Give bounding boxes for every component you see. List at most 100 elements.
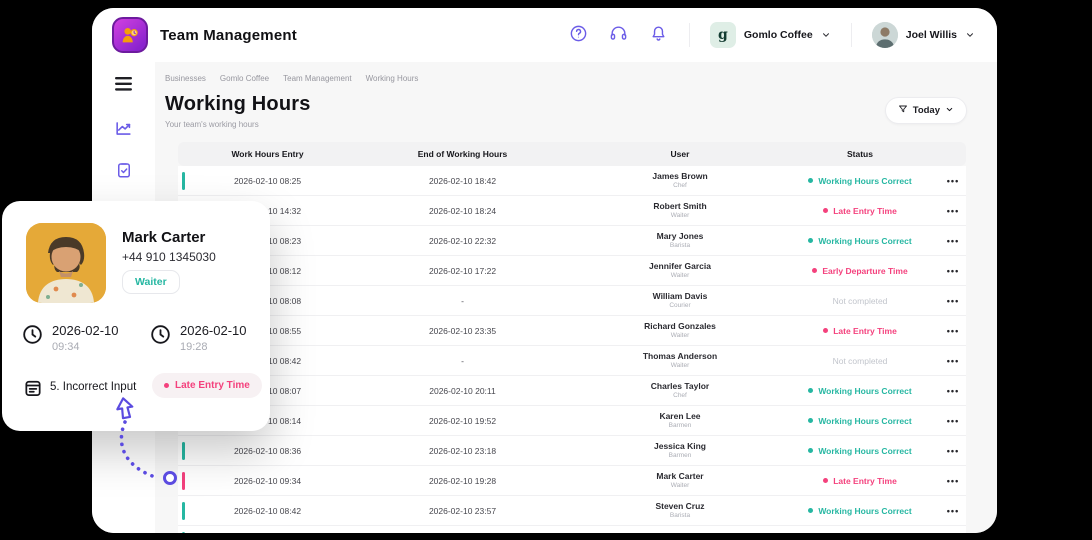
table-row: 2026-02-10 08:122026-02-10 17:22Jennifer… [178,256,966,286]
status-label: Late Entry Time [833,326,897,336]
user-name: Joel Willis [906,29,957,41]
table-row: 2026-02-10 08:552026-02-10 23:35Richard … [178,316,966,346]
company-name: Gomlo Coffee [744,29,813,41]
row-actions-button[interactable]: ••• [940,326,966,336]
breadcrumb: Businesses Gomlo Coffee Team Management Wor… [165,74,967,83]
work-hours-entry-cell: 2026-02-10 09:34 [190,476,345,486]
clock-out-time: 19:28 [180,341,247,353]
status-cell: Not completed [780,296,940,306]
status-cell: Late Entry Time [780,326,940,336]
clipboard-check-icon [115,161,133,182]
row-actions-button[interactable]: ••• [940,386,966,396]
top-bar-actions: g Gomlo Coffee Joel Wil [569,22,975,48]
end-of-working-hours-cell: 2026-02-10 23:35 [345,326,580,336]
row-actions-button[interactable]: ••• [940,296,966,306]
user-name: Jessica King [580,441,780,452]
end-of-working-hours-cell: 2026-02-10 22:32 [345,236,580,246]
chevron-down-icon [965,28,975,43]
clock-icon [150,324,171,350]
help-button[interactable] [569,25,589,45]
user-menu[interactable]: Joel Willis [872,22,975,48]
row-actions-button[interactable]: ••• [940,266,966,276]
row-actions-button[interactable]: ••• [940,506,966,516]
working-hours-table: Work Hours EntryEnd of Working HoursUser… [178,142,966,533]
status-label: Late Entry Time [833,206,897,216]
status-dot [823,208,828,213]
user-avatar [872,22,898,48]
chevron-down-icon [945,105,954,117]
user-role: Barista [580,512,780,520]
status-dot [808,418,813,423]
row-actions-button[interactable]: ••• [940,236,966,246]
app-title: Team Management [160,27,297,44]
user-cell: James BrownChef [580,171,780,190]
note-calendar-icon [23,378,43,403]
app-logo-icon [112,17,148,53]
row-status-bar [182,502,185,520]
row-actions-button[interactable]: ••• [940,446,966,456]
status-badge-label: Late Entry Time [175,380,250,391]
breadcrumb-item[interactable]: Team Management [283,74,351,83]
sidebar-item-tasks[interactable] [113,160,135,182]
desktop-background: Team Management [0,0,1092,540]
status-label: Working Hours Correct [818,446,911,456]
column-header-1: Work Hours Entry [190,149,345,159]
user-role: Waiter [580,272,780,280]
user-name: Robert Smith [580,201,780,212]
breadcrumb-item[interactable]: Businesses [165,74,206,83]
status-label: Working Hours Correct [818,506,911,516]
employee-detail-card: Mark Carter +44 910 1345030 Waiter 2026-… [2,201,270,431]
work-hours-entry-cell: 2026-02-10 08:25 [190,176,345,186]
menu-toggle-button[interactable] [113,74,135,96]
user-role: Waiter [580,332,780,340]
support-button[interactable] [609,25,629,45]
company-selector[interactable]: g Gomlo Coffee [710,22,831,48]
notifications-button[interactable] [649,25,669,45]
user-cell: Robert SmithWaiter [580,201,780,220]
end-of-working-hours-cell: 2026-02-10 19:52 [345,416,580,426]
breadcrumb-item[interactable]: Working Hours [366,74,419,83]
status-label: Not completed [833,356,888,366]
date-filter-button[interactable]: Today [885,97,967,124]
status-label: Late Entry Time [833,476,897,486]
divider [851,23,852,47]
filter-label: Today [913,105,940,116]
user-cell: Jessica KingBarmen [580,441,780,460]
row-actions-button[interactable]: ••• [940,476,966,486]
clock-in-date: 2026-02-10 [52,323,119,338]
status-dot [808,178,813,183]
user-name: Mark Carter [580,471,780,482]
status-cell: Working Hours Correct [780,386,940,396]
status-cell: Early Departure Time [780,266,940,276]
user-cell: William DavisCourier [580,291,780,310]
user-cell: Steven CruzBarista [580,501,780,520]
row-actions-button[interactable]: ••• [940,206,966,216]
status-cell: Working Hours Correct [780,506,940,516]
clock-out-group: 2026-02-10 19:28 [150,323,247,353]
user-cell: Mary JonesBarista [580,231,780,250]
breadcrumb-item[interactable]: Gomlo Coffee [220,74,269,83]
row-actions-button[interactable]: ••• [940,356,966,366]
user-name: Charles Taylor [580,381,780,392]
main-content: Businesses Gomlo Coffee Team Management Wor… [155,62,997,533]
table-row: 2026-02-10 08:362026-02-10 23:18Jessica … [178,436,966,466]
status-cell: Not completed [780,356,940,366]
sidebar-item-analytics[interactable] [113,119,135,141]
row-actions-button[interactable]: ••• [940,176,966,186]
status-cell: Late Entry Time [780,476,940,486]
employee-name: Mark Carter [122,229,205,246]
status-cell: Working Hours Correct [780,446,940,456]
user-role: Courier [580,302,780,310]
clock-in-time: 09:34 [52,341,119,353]
user-role: Barmen [580,422,780,430]
user-name: Steven Cruz [580,501,780,512]
divider [689,23,690,47]
user-role: Waiter [580,482,780,490]
column-header-3: User [580,149,780,159]
user-cell: Karen LeeBarmen [580,411,780,430]
status-label: Not completed [833,296,888,306]
employee-role-badge: Waiter [122,270,180,294]
row-actions-button[interactable]: ••• [940,416,966,426]
status-cell: Late Entry Time [780,206,940,216]
user-name: James Brown [580,171,780,182]
